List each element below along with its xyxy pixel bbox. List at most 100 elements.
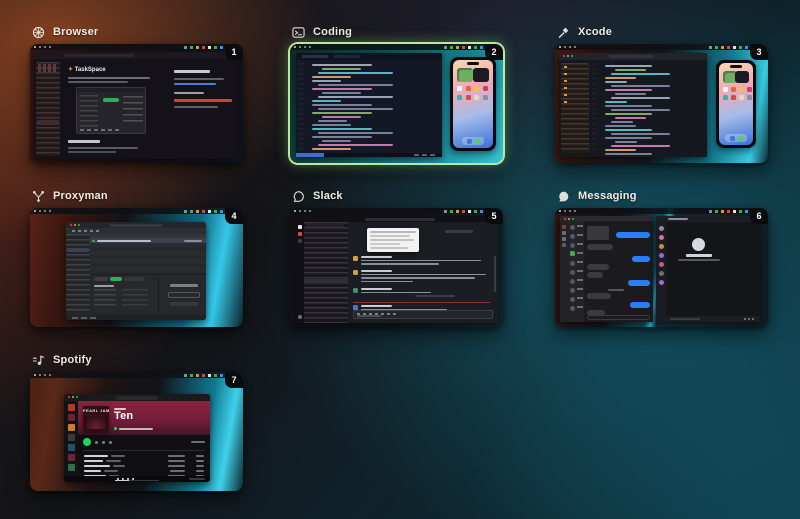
embedded-titlebar: [77, 88, 145, 92]
library-album-covers: [68, 404, 75, 411]
workspace-thumbnail-xcode[interactable]: 3: [555, 44, 768, 163]
workspace-label-row: Proxyman: [30, 184, 244, 208]
volume-control[interactable]: [189, 478, 205, 480]
album-meta-line: [119, 428, 153, 430]
body-text-line: [68, 151, 116, 153]
workspace-thumbnail-slack[interactable]: 5: [290, 208, 503, 327]
imessage-input: [587, 315, 650, 320]
detail-keys: [94, 289, 116, 307]
workspace-name: Proxyman: [53, 190, 108, 202]
workspace-badge: 1: [225, 44, 243, 60]
outgoing-bubble: [632, 256, 650, 262]
menu-bar: [555, 44, 768, 50]
workspace-badge: 5: [485, 208, 503, 224]
workspace-card-spotify: Spotify 7 PEARL JAM Ten: [30, 348, 244, 491]
aside-line: [174, 92, 204, 94]
input-placeholder: [670, 318, 700, 320]
workspace-thumbnail-messaging[interactable]: 6: [555, 208, 768, 327]
slack-window: [295, 216, 498, 323]
avatar: [353, 256, 358, 261]
workspace-name: Slack: [313, 190, 343, 202]
filter-icons: [562, 225, 566, 229]
contact-rail: [656, 222, 666, 322]
contact-avatars: [659, 226, 664, 231]
spotify-search-bar: [116, 396, 158, 400]
status-200-pill: [110, 277, 122, 281]
conversation-avatars: [570, 225, 575, 230]
activity-view: [609, 55, 653, 58]
aside-link: [174, 83, 216, 85]
header-action-icons: [95, 441, 98, 444]
workspace-switcher-icons: [298, 225, 302, 229]
outgoing-bubble: [630, 302, 650, 308]
workspace-badge: 3: [750, 44, 768, 60]
outgoing-bubble: [616, 232, 650, 238]
traffic-lights: [68, 396, 70, 398]
orange-progress-bar: [174, 99, 232, 102]
source-sidebar: [66, 234, 90, 314]
workspace-thumbnail-spotify[interactable]: 7 PEARL JAM Ten: [30, 372, 243, 491]
active-tab: [37, 120, 59, 125]
menu-bar: [290, 208, 503, 214]
message-composer: [353, 310, 493, 319]
menu-bar: [30, 372, 243, 378]
workspace-thumbnail-coding[interactable]: 2: [290, 44, 503, 163]
incoming-attachment: [587, 226, 609, 240]
workspace-name: Coding: [313, 26, 352, 38]
request-url: [97, 240, 151, 242]
workspace-overview: Browser 1 ✦ TaskSpace: [0, 0, 800, 519]
detail-values: [122, 289, 148, 307]
action-button: [168, 292, 200, 298]
scrollbar[interactable]: [494, 256, 496, 292]
search-bar: [365, 218, 435, 221]
chat-title-bar: [668, 218, 688, 220]
page-title: ✦ TaskSpace: [68, 66, 106, 73]
detail-divider: [158, 278, 159, 312]
dynamic-island: [467, 62, 479, 65]
telegram-titlebar: [656, 216, 760, 222]
chat-filled-icon: [557, 190, 570, 203]
conversation-list: [568, 221, 584, 322]
iphone-screen: [719, 63, 753, 145]
aside-line: [174, 78, 224, 80]
editor-tabs: [302, 55, 328, 58]
workspace-label-row: Slack: [290, 184, 504, 208]
workspace-name: Browser: [53, 26, 98, 38]
workspace-label-row: Spotify: [30, 348, 244, 372]
request-table-rows: [90, 243, 206, 271]
sort-control: [191, 441, 205, 443]
date-divider-pill: [445, 230, 473, 233]
statusbar-buttons: [72, 317, 96, 319]
secondary-button: [170, 302, 198, 306]
album-cover-art: [87, 414, 105, 429]
body-text-line: [68, 147, 138, 149]
iphone-screen: [453, 60, 493, 148]
iphone-simulator: [716, 60, 756, 148]
traffic-lights: [563, 55, 565, 57]
channel-sidebar: [304, 222, 348, 323]
workspace-label-row: Coding: [290, 20, 504, 44]
workspace-thumbnail-proxyman[interactable]: 4: [30, 208, 243, 327]
menu-bar: [290, 44, 503, 50]
embedded-list-left: [80, 95, 98, 127]
folder-icons: [564, 66, 567, 106]
play-button[interactable]: [83, 438, 91, 446]
workspace-name: Messaging: [578, 190, 637, 202]
hammer-icon: [557, 26, 570, 39]
detail-label: [94, 285, 114, 287]
tab-pill: [94, 277, 108, 281]
album-header: PEARL JAM Ten: [78, 401, 210, 435]
workspace-thumbnail-browser[interactable]: 1 ✦ TaskSpace: [30, 44, 243, 163]
taskspace-logo-icon: ✦: [68, 67, 73, 73]
section-heading: [68, 140, 100, 143]
code-lines: [306, 62, 436, 152]
workspace-name: Xcode: [578, 26, 612, 38]
workspace-name-bar: [306, 223, 344, 227]
workspace-badge: 6: [750, 208, 768, 224]
popup-line: [370, 247, 408, 249]
message-preview-popup: [367, 228, 419, 252]
traffic-lights: [70, 224, 72, 226]
avatar: [353, 288, 358, 293]
traffic-lights: [564, 218, 566, 220]
terminal-icon: [292, 26, 305, 39]
